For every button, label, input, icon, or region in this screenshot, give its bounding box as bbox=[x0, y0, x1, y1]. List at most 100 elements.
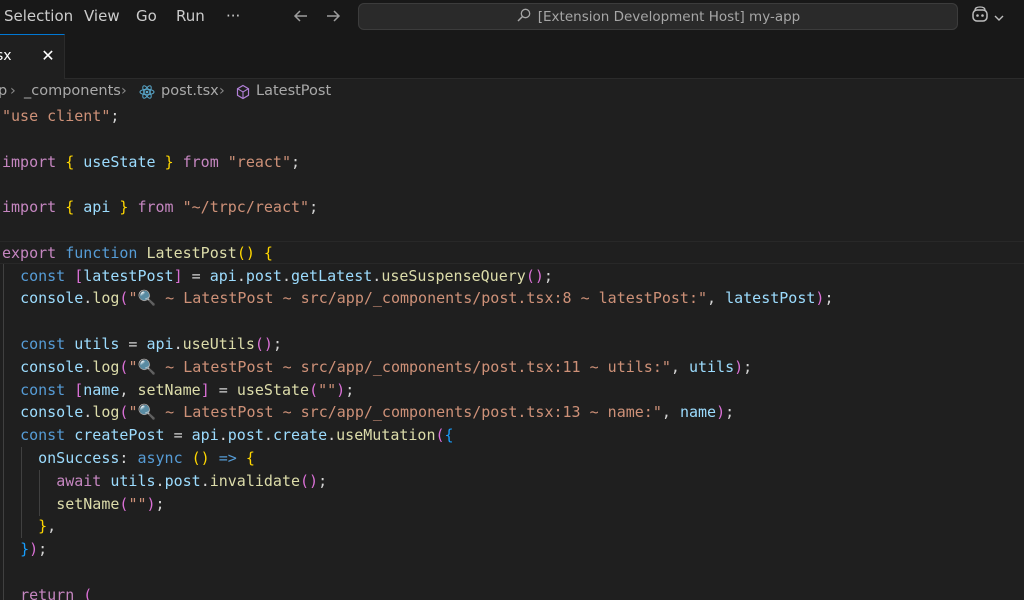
code-token: name bbox=[83, 380, 120, 399]
code-token: . bbox=[372, 266, 382, 285]
code-token: = bbox=[209, 380, 237, 399]
code-line[interactable]: export function LatestPost() { bbox=[2, 242, 273, 265]
code-token: . bbox=[155, 471, 165, 490]
code-token: utils bbox=[110, 471, 156, 490]
breadcrumb: p › _components › post.tsx › LatestPost bbox=[0, 80, 1024, 104]
code-line[interactable]: console.log("🔍 ~ LatestPost ~ src/app/_c… bbox=[2, 287, 833, 310]
method-symbol-icon bbox=[235, 84, 251, 104]
menu-go[interactable]: Go bbox=[136, 0, 157, 34]
code-token: import bbox=[2, 152, 57, 171]
code-token: => bbox=[218, 449, 237, 467]
code-token: . bbox=[83, 357, 93, 376]
code-token: = bbox=[119, 335, 147, 353]
code-token: { bbox=[444, 426, 454, 445]
code-token: setName bbox=[56, 494, 120, 513]
code-token: ; bbox=[543, 266, 553, 285]
code-line[interactable]: }, bbox=[2, 515, 56, 538]
code-line[interactable]: console.log("🔍 ~ LatestPost ~ src/app/_c… bbox=[2, 356, 752, 379]
breadcrumb-item-latestpost[interactable]: LatestPost bbox=[256, 83, 331, 99]
breadcrumb-item-app[interactable]: p bbox=[0, 83, 7, 99]
code-token: "" bbox=[128, 494, 147, 513]
code-token: ) bbox=[146, 494, 156, 513]
code-token: () bbox=[191, 449, 210, 467]
code-token: log bbox=[92, 357, 120, 376]
code-token: } bbox=[38, 517, 48, 536]
code-token: api bbox=[146, 335, 174, 353]
code-token: import bbox=[2, 198, 57, 217]
code-editor[interactable]: "use client"; import { useState } from "r… bbox=[0, 104, 1024, 600]
command-center-search[interactable]: [Extension Development Host] my-app bbox=[358, 3, 958, 30]
code-line[interactable]: const [name, setName] = useState(""); bbox=[2, 379, 354, 402]
code-token: invalidate bbox=[209, 471, 301, 490]
breadcrumb-item-components[interactable]: _components bbox=[24, 83, 121, 99]
breadcrumb-item-post-tsx[interactable]: post.tsx bbox=[161, 83, 219, 99]
code-token: } bbox=[20, 540, 30, 559]
code-token: console bbox=[20, 357, 84, 376]
code-token: createPost bbox=[74, 426, 165, 445]
code-token: "use client" bbox=[2, 107, 111, 125]
code-line[interactable]: import { api } from "~/trpc/react"; bbox=[2, 196, 318, 219]
code-line[interactable]: const [latestPost] = api.post.getLatest.… bbox=[2, 265, 553, 288]
code-token: useState bbox=[83, 152, 156, 171]
code-token: . bbox=[281, 266, 291, 285]
code-token: post bbox=[227, 426, 264, 445]
menu-view[interactable]: View bbox=[84, 0, 120, 34]
code-token: function bbox=[65, 243, 138, 262]
code-token: . bbox=[83, 289, 93, 308]
code-token: () bbox=[525, 266, 544, 285]
code-token: [ bbox=[74, 380, 84, 399]
code-line[interactable]: const utils = api.useUtils(); bbox=[2, 333, 282, 356]
code-token: . bbox=[236, 266, 246, 285]
code-line[interactable]: setName(""); bbox=[2, 493, 164, 516]
tab-post-tsx[interactable]: sx ✕ bbox=[0, 34, 65, 79]
code-token: () bbox=[254, 335, 273, 353]
code-token: = bbox=[164, 426, 192, 445]
code-token: log bbox=[92, 289, 120, 308]
menu-more[interactable]: ··· bbox=[226, 0, 240, 34]
arrow-right-icon[interactable] bbox=[321, 4, 345, 28]
code-token: { bbox=[65, 152, 75, 171]
code-token: . bbox=[173, 335, 183, 353]
code-token: ; bbox=[725, 403, 735, 422]
code-line[interactable]: "use client"; bbox=[2, 105, 119, 128]
code-line[interactable]: }); bbox=[2, 538, 47, 561]
code-token: ; bbox=[309, 198, 319, 217]
code-token: "🔍 ~ LatestPost ~ src/app/_components/po… bbox=[128, 357, 671, 376]
tab-bar: sx ✕ bbox=[0, 34, 1024, 79]
code-token: ( bbox=[435, 426, 445, 445]
code-line[interactable]: return ( bbox=[2, 584, 92, 600]
code-token: console bbox=[20, 289, 84, 308]
chevron-down-icon bbox=[994, 8, 1004, 27]
code-line[interactable]: const createPost = api.post.create.useMu… bbox=[2, 424, 454, 447]
code-token: ( bbox=[309, 380, 319, 399]
arrow-left-icon[interactable] bbox=[289, 4, 313, 28]
code-token: . bbox=[327, 426, 337, 445]
code-token: name bbox=[679, 403, 717, 422]
code-line[interactable]: await utils.post.invalidate(); bbox=[2, 470, 327, 493]
code-line[interactable]: onSuccess: async () => { bbox=[2, 447, 255, 470]
menu-selection[interactable]: Selection bbox=[4, 0, 73, 34]
code-token: "~/trpc/react" bbox=[182, 198, 310, 217]
copilot-menu[interactable] bbox=[970, 6, 1010, 28]
close-icon[interactable]: ✕ bbox=[38, 46, 58, 66]
code-token: useMutation bbox=[336, 426, 436, 445]
code-token: post bbox=[164, 471, 201, 490]
code-line[interactable]: console.log("🔍 ~ LatestPost ~ src/app/_c… bbox=[2, 401, 734, 424]
menu-run[interactable]: Run bbox=[176, 0, 205, 34]
code-line[interactable]: import { useState } from "react"; bbox=[2, 151, 300, 174]
